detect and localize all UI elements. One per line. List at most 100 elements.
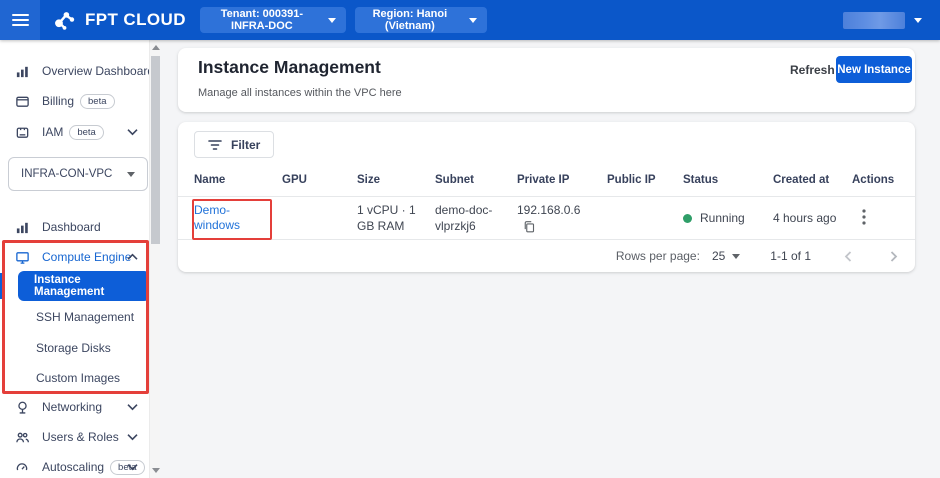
column-header-size: Size bbox=[357, 174, 435, 186]
column-header-subnet: Subnet bbox=[435, 174, 517, 186]
column-header-gpu: GPU bbox=[282, 174, 357, 186]
cell-created-at: 4 hours ago bbox=[773, 211, 852, 225]
chevron-down-icon bbox=[127, 129, 138, 136]
region-selector[interactable]: Region: Hanoi (Vietnam) bbox=[355, 7, 487, 33]
monitor-icon bbox=[14, 249, 30, 265]
hamburger-menu-button[interactable] bbox=[0, 0, 40, 40]
pagination-range-label: 1-1 of 1 bbox=[770, 249, 811, 263]
column-header-private-ip: Private IP bbox=[517, 174, 607, 186]
wallet-icon bbox=[14, 93, 30, 109]
private-ip-value: 192.168.0.6 bbox=[517, 203, 580, 217]
sidebar-item-instance-management[interactable]: Instance Management bbox=[18, 271, 150, 301]
instance-table-card: Filter Name GPU Size Subnet Private IP P… bbox=[178, 122, 915, 272]
sidebar-item-iam[interactable]: IAM beta bbox=[0, 119, 148, 145]
sidebar-item-label: Networking bbox=[42, 400, 102, 414]
topbar: FPT CLOUD Tenant: 000391-INFRA-DOC Regio… bbox=[0, 0, 940, 40]
sidebar-item-networking[interactable]: Networking bbox=[0, 394, 148, 420]
rows-per-page-label: Rows per page: bbox=[616, 249, 700, 263]
column-header-actions: Actions bbox=[852, 174, 899, 186]
sidebar-item-label: Overview Dashboard bbox=[42, 64, 154, 78]
sidebar-item-label: SSH Management bbox=[36, 310, 134, 324]
previous-page-button[interactable] bbox=[841, 248, 856, 265]
filter-button[interactable]: Filter bbox=[194, 131, 274, 158]
chevron-down-icon bbox=[469, 18, 477, 23]
new-instance-button[interactable]: New Instance bbox=[836, 56, 912, 83]
chevron-down-icon bbox=[732, 254, 740, 259]
cell-size: 1 vCPU · 1 GB RAM bbox=[357, 202, 435, 234]
sidebar-item-dashboard[interactable]: Dashboard bbox=[0, 214, 148, 240]
column-header-created-at: Created at bbox=[773, 174, 852, 186]
sidebar-item-label: Custom Images bbox=[36, 371, 120, 385]
content-copy-icon bbox=[523, 220, 535, 233]
fpt-cloud-logo-icon bbox=[52, 7, 78, 33]
column-header-public-ip: Public IP bbox=[607, 174, 683, 186]
table-pagination: Rows per page: 25 1-1 of 1 bbox=[178, 240, 915, 272]
user-account-redacted[interactable] bbox=[843, 12, 905, 29]
beta-badge: beta bbox=[69, 125, 104, 140]
sidebar-item-custom-images[interactable]: Custom Images bbox=[0, 365, 148, 391]
sidebar-item-autoscaling[interactable]: Autoscaling beta bbox=[0, 454, 148, 478]
globe-stand-icon bbox=[14, 399, 30, 415]
column-header-status: Status bbox=[683, 174, 773, 186]
sidebar-item-label: IAM bbox=[42, 125, 63, 139]
sidebar-item-ssh-management[interactable]: SSH Management bbox=[0, 304, 148, 330]
sidebar-item-label: Compute Engine bbox=[42, 250, 131, 264]
rows-per-page-value: 25 bbox=[712, 249, 725, 263]
page-subtitle: Manage all instances within the VPC here bbox=[198, 87, 402, 99]
row-actions-menu-button[interactable] bbox=[856, 207, 872, 230]
chevron-down-icon bbox=[127, 464, 138, 471]
sidebar-item-label: Billing bbox=[42, 94, 74, 108]
scroll-down-arrow-icon[interactable] bbox=[152, 468, 160, 473]
table-header-row: Name GPU Size Subnet Private IP Public I… bbox=[178, 164, 915, 197]
sidebar-item-compute-engine[interactable]: Compute Engine bbox=[0, 244, 148, 270]
sidebar-item-label: Dashboard bbox=[42, 220, 101, 234]
scroll-up-arrow-icon[interactable] bbox=[152, 45, 160, 50]
column-header-name: Name bbox=[194, 174, 282, 186]
sidebar-scrollbar[interactable] bbox=[149, 40, 160, 478]
beta-badge: beta bbox=[80, 94, 115, 109]
vpc-selector-value: INFRA-CON-VPC bbox=[21, 168, 112, 180]
filter-lines-icon bbox=[208, 139, 222, 151]
sidebar-item-overview-dashboard[interactable]: Overview Dashboard bbox=[0, 58, 148, 84]
instance-name-link[interactable]: Demo-windows bbox=[194, 203, 250, 233]
region-selector-label: Region: Hanoi (Vietnam) bbox=[365, 8, 455, 32]
page-title: Instance Management bbox=[198, 57, 381, 78]
cell-private-ip: 192.168.0.6 bbox=[517, 203, 607, 233]
sidebar: Overview Dashboard Billing beta IAM beta… bbox=[0, 40, 160, 478]
id-badge-icon bbox=[14, 124, 30, 140]
app-root: FPT CLOUD Tenant: 000391-INFRA-DOC Regio… bbox=[0, 0, 940, 478]
sidebar-item-label: Users & Roles bbox=[42, 430, 119, 444]
status-running-dot-icon bbox=[683, 214, 692, 223]
rows-per-page-select[interactable]: 25 bbox=[712, 249, 740, 263]
page-header-card: Instance Management Manage all instances… bbox=[178, 48, 915, 112]
sidebar-item-storage-disks[interactable]: Storage Disks bbox=[0, 335, 148, 361]
copy-ip-button[interactable] bbox=[523, 220, 535, 233]
sidebar-item-users-roles[interactable]: Users & Roles bbox=[0, 424, 148, 450]
cell-actions bbox=[852, 207, 899, 230]
chevron-down-icon bbox=[127, 172, 135, 177]
next-page-button[interactable] bbox=[886, 248, 901, 265]
chevron-right-icon bbox=[888, 250, 899, 263]
user-menu-caret-icon[interactable] bbox=[914, 18, 922, 23]
chevron-down-icon bbox=[127, 434, 138, 441]
tenant-selector-label: Tenant: 000391-INFRA-DOC bbox=[210, 8, 314, 32]
vpc-selector[interactable]: INFRA-CON-VPC bbox=[8, 157, 148, 191]
sidebar-item-label: Instance Management bbox=[34, 274, 150, 298]
refresh-button[interactable]: Refresh bbox=[786, 61, 839, 79]
filter-button-label: Filter bbox=[231, 138, 260, 152]
chevron-up-icon bbox=[127, 254, 138, 261]
tenant-selector[interactable]: Tenant: 000391-INFRA-DOC bbox=[200, 7, 346, 33]
table-row: Demo-windows 1 vCPU · 1 GB RAM demo-doc-… bbox=[178, 197, 915, 240]
cell-status: Running bbox=[683, 211, 773, 225]
sidebar-item-label: Autoscaling bbox=[42, 460, 104, 474]
brand-text: FPT CLOUD bbox=[85, 10, 186, 30]
scrollbar-thumb[interactable] bbox=[151, 56, 160, 244]
cell-subnet: demo-doc-vlprzkj6 bbox=[435, 202, 517, 234]
status-label: Running bbox=[700, 211, 745, 225]
menu-icon bbox=[12, 14, 29, 16]
kebab-menu-icon bbox=[862, 209, 866, 225]
active-item-indicator bbox=[0, 273, 5, 299]
sidebar-item-billing[interactable]: Billing beta bbox=[0, 88, 148, 114]
people-icon bbox=[14, 429, 30, 445]
brand: FPT CLOUD bbox=[52, 7, 186, 33]
